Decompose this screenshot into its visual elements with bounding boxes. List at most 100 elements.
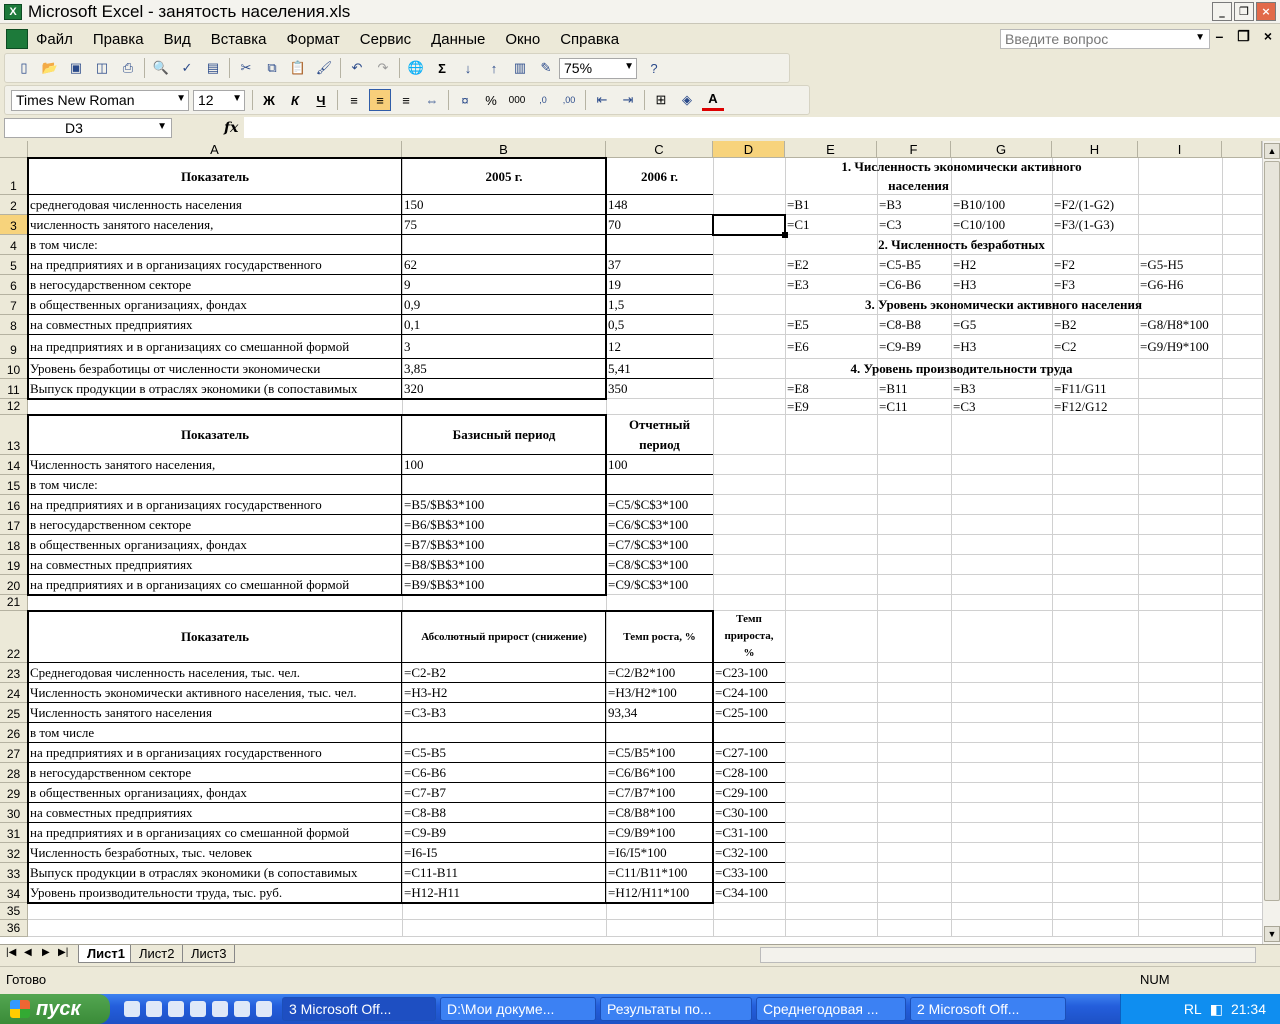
cell-f9[interactable]: =C9-B9 bbox=[877, 335, 951, 359]
start-button[interactable]: пуск bbox=[0, 994, 110, 1024]
cell-c18[interactable]: =C7/$C$3*100 bbox=[606, 535, 713, 555]
row-header[interactable]: 10 bbox=[0, 359, 28, 379]
cell-b30[interactable]: =C8-B8 bbox=[402, 803, 606, 823]
help-icon[interactable]: ? bbox=[643, 57, 665, 79]
cell-h11[interactable]: =F11/G11 bbox=[1052, 379, 1138, 399]
chart-wizard-icon[interactable]: ▥ bbox=[509, 57, 531, 79]
cut-icon[interactable]: ✂ bbox=[235, 57, 257, 79]
format-painter-icon[interactable]: 🖌 bbox=[313, 57, 335, 79]
cell-a30[interactable]: на совместных предприятиях bbox=[28, 803, 402, 823]
decrease-indent-icon[interactable]: ⇤ bbox=[591, 89, 613, 111]
zoom-select[interactable]: 75% ▼ bbox=[559, 57, 637, 79]
formula-input[interactable] bbox=[244, 117, 1280, 138]
cell-i6[interactable]: =G6-H6 bbox=[1138, 275, 1222, 295]
workbook-icon[interactable] bbox=[6, 29, 28, 49]
cell-d29[interactable]: =C29-100 bbox=[713, 783, 785, 803]
cell-c28[interactable]: =C6/B6*100 bbox=[606, 763, 713, 783]
row-header[interactable]: 24 bbox=[0, 683, 28, 703]
cell-b7[interactable]: 0,9 bbox=[402, 295, 606, 315]
doc-close-icon[interactable]: × bbox=[1264, 28, 1272, 45]
open-icon[interactable]: 📂 bbox=[39, 57, 61, 79]
quicklaunch-icon[interactable] bbox=[168, 1001, 184, 1017]
cell-d22c[interactable]: % bbox=[713, 645, 785, 662]
menu-window[interactable]: Окно bbox=[503, 29, 542, 50]
cell-g12[interactable]: =C3 bbox=[951, 399, 1052, 415]
print-icon[interactable]: ⎙ bbox=[117, 57, 139, 79]
align-right-icon[interactable]: ≡ bbox=[395, 89, 417, 111]
increase-indent-icon[interactable]: ⇥ bbox=[617, 89, 639, 111]
cell-b34[interactable]: =H12-H11 bbox=[402, 883, 606, 903]
cell-a3[interactable]: численность занятого населения, bbox=[28, 215, 402, 235]
tray-icon[interactable]: ◧ bbox=[1210, 1001, 1223, 1018]
research-icon[interactable]: ▤ bbox=[202, 57, 224, 79]
cell-b9[interactable]: 3 bbox=[402, 335, 606, 359]
column-header[interactable]: A bbox=[28, 141, 402, 158]
row-header[interactable]: 21 bbox=[0, 595, 28, 611]
row-header[interactable]: 20 bbox=[0, 575, 28, 595]
cell-c13a[interactable]: Отчетный bbox=[606, 415, 713, 435]
column-header[interactable]: F bbox=[877, 141, 951, 158]
menu-insert[interactable]: Вставка bbox=[209, 29, 269, 50]
cell-d25[interactable]: =C25-100 bbox=[713, 703, 785, 723]
cell-f5[interactable]: =C5-B5 bbox=[877, 255, 951, 275]
cell-h5[interactable]: =F2 bbox=[1052, 255, 1138, 275]
cell-b17[interactable]: =B6/$B$3*100 bbox=[402, 515, 606, 535]
cell-c25[interactable]: 93,34 bbox=[606, 703, 713, 723]
row-header[interactable]: 27 bbox=[0, 743, 28, 763]
cell-e3[interactable]: =C1 bbox=[785, 215, 877, 235]
cell-a5[interactable]: на предприятиях и в организациях государ… bbox=[28, 255, 402, 275]
cell-c20[interactable]: =C9/$C$3*100 bbox=[606, 575, 713, 595]
cell-a24[interactable]: Численность экономически активного насел… bbox=[28, 683, 402, 703]
menu-help[interactable]: Справка bbox=[558, 29, 621, 50]
cell-g8[interactable]: =G5 bbox=[951, 315, 1052, 335]
cell-e2[interactable]: =B1 bbox=[785, 195, 877, 215]
cell-h6[interactable]: =F3 bbox=[1052, 275, 1138, 295]
cell-b19[interactable]: =B8/$B$3*100 bbox=[402, 555, 606, 575]
new-icon[interactable]: ▯ bbox=[13, 57, 35, 79]
column-header[interactable]: B bbox=[402, 141, 606, 158]
row-header[interactable]: 28 bbox=[0, 763, 28, 783]
row-header[interactable]: 32 bbox=[0, 843, 28, 863]
cell-a20[interactable]: на предприятиях и в организациях со смеш… bbox=[28, 575, 402, 595]
scroll-up-icon[interactable]: ▲ bbox=[1264, 143, 1280, 159]
cell-a31[interactable]: на предприятиях и в организациях со смеш… bbox=[28, 823, 402, 843]
tab-sheet2[interactable]: Лист2 bbox=[130, 945, 184, 963]
cell-c14[interactable]: 100 bbox=[606, 455, 713, 475]
cell-c34[interactable]: =H12/H11*100 bbox=[606, 883, 713, 903]
cell-b10[interactable]: 3,85 bbox=[402, 359, 606, 379]
cell-a34[interactable]: Уровень производительности труда, тыс. р… bbox=[28, 883, 402, 903]
cell-f6[interactable]: =C6-B6 bbox=[877, 275, 951, 295]
cell-b14[interactable]: 100 bbox=[402, 455, 606, 475]
cell-b11[interactable]: 320 bbox=[402, 379, 606, 399]
row-header[interactable]: 26 bbox=[0, 723, 28, 743]
cell-a22[interactable]: Показатель bbox=[28, 611, 402, 663]
tab-sheet3[interactable]: Лист3 bbox=[182, 945, 236, 963]
horizontal-scrollbar[interactable] bbox=[760, 947, 1256, 963]
cell-c23[interactable]: =C2/B2*100 bbox=[606, 663, 713, 683]
cell-c13b[interactable]: период bbox=[606, 435, 713, 455]
row-header[interactable]: 6 bbox=[0, 275, 28, 295]
cell-b24[interactable]: =H3-H2 bbox=[402, 683, 606, 703]
doc-minimize-icon[interactable]: – bbox=[1215, 28, 1223, 45]
cell-b6[interactable]: 9 bbox=[402, 275, 606, 295]
cell-a25[interactable]: Численность занятого населения bbox=[28, 703, 402, 723]
close-button[interactable]: × bbox=[1256, 2, 1276, 21]
row-header[interactable]: 13 bbox=[0, 415, 28, 455]
cell-b5[interactable]: 62 bbox=[402, 255, 606, 275]
minimize-button[interactable]: _ bbox=[1212, 2, 1232, 21]
select-all-button[interactable] bbox=[0, 141, 28, 158]
cell-e8[interactable]: =E5 bbox=[785, 315, 877, 335]
scroll-down-icon[interactable]: ▼ bbox=[1264, 926, 1280, 942]
cell-g9[interactable]: =H3 bbox=[951, 335, 1052, 359]
cell-a9[interactable]: на предприятиях и в организациях со смеш… bbox=[28, 335, 402, 359]
name-box[interactable]: D3 ▼ bbox=[4, 118, 172, 138]
cell-f11[interactable]: =B11 bbox=[877, 379, 951, 399]
row-header[interactable]: 23 bbox=[0, 663, 28, 683]
menu-view[interactable]: Вид bbox=[162, 29, 193, 50]
task-results[interactable]: Результаты по... bbox=[600, 997, 752, 1021]
cell-d22b[interactable]: прироста, bbox=[713, 628, 785, 645]
active-cell[interactable] bbox=[712, 214, 786, 236]
cell-f2[interactable]: =B3 bbox=[877, 195, 951, 215]
task-explorer[interactable]: D:\Мои докуме... bbox=[440, 997, 596, 1021]
undo-icon[interactable]: ↶ bbox=[346, 57, 368, 79]
